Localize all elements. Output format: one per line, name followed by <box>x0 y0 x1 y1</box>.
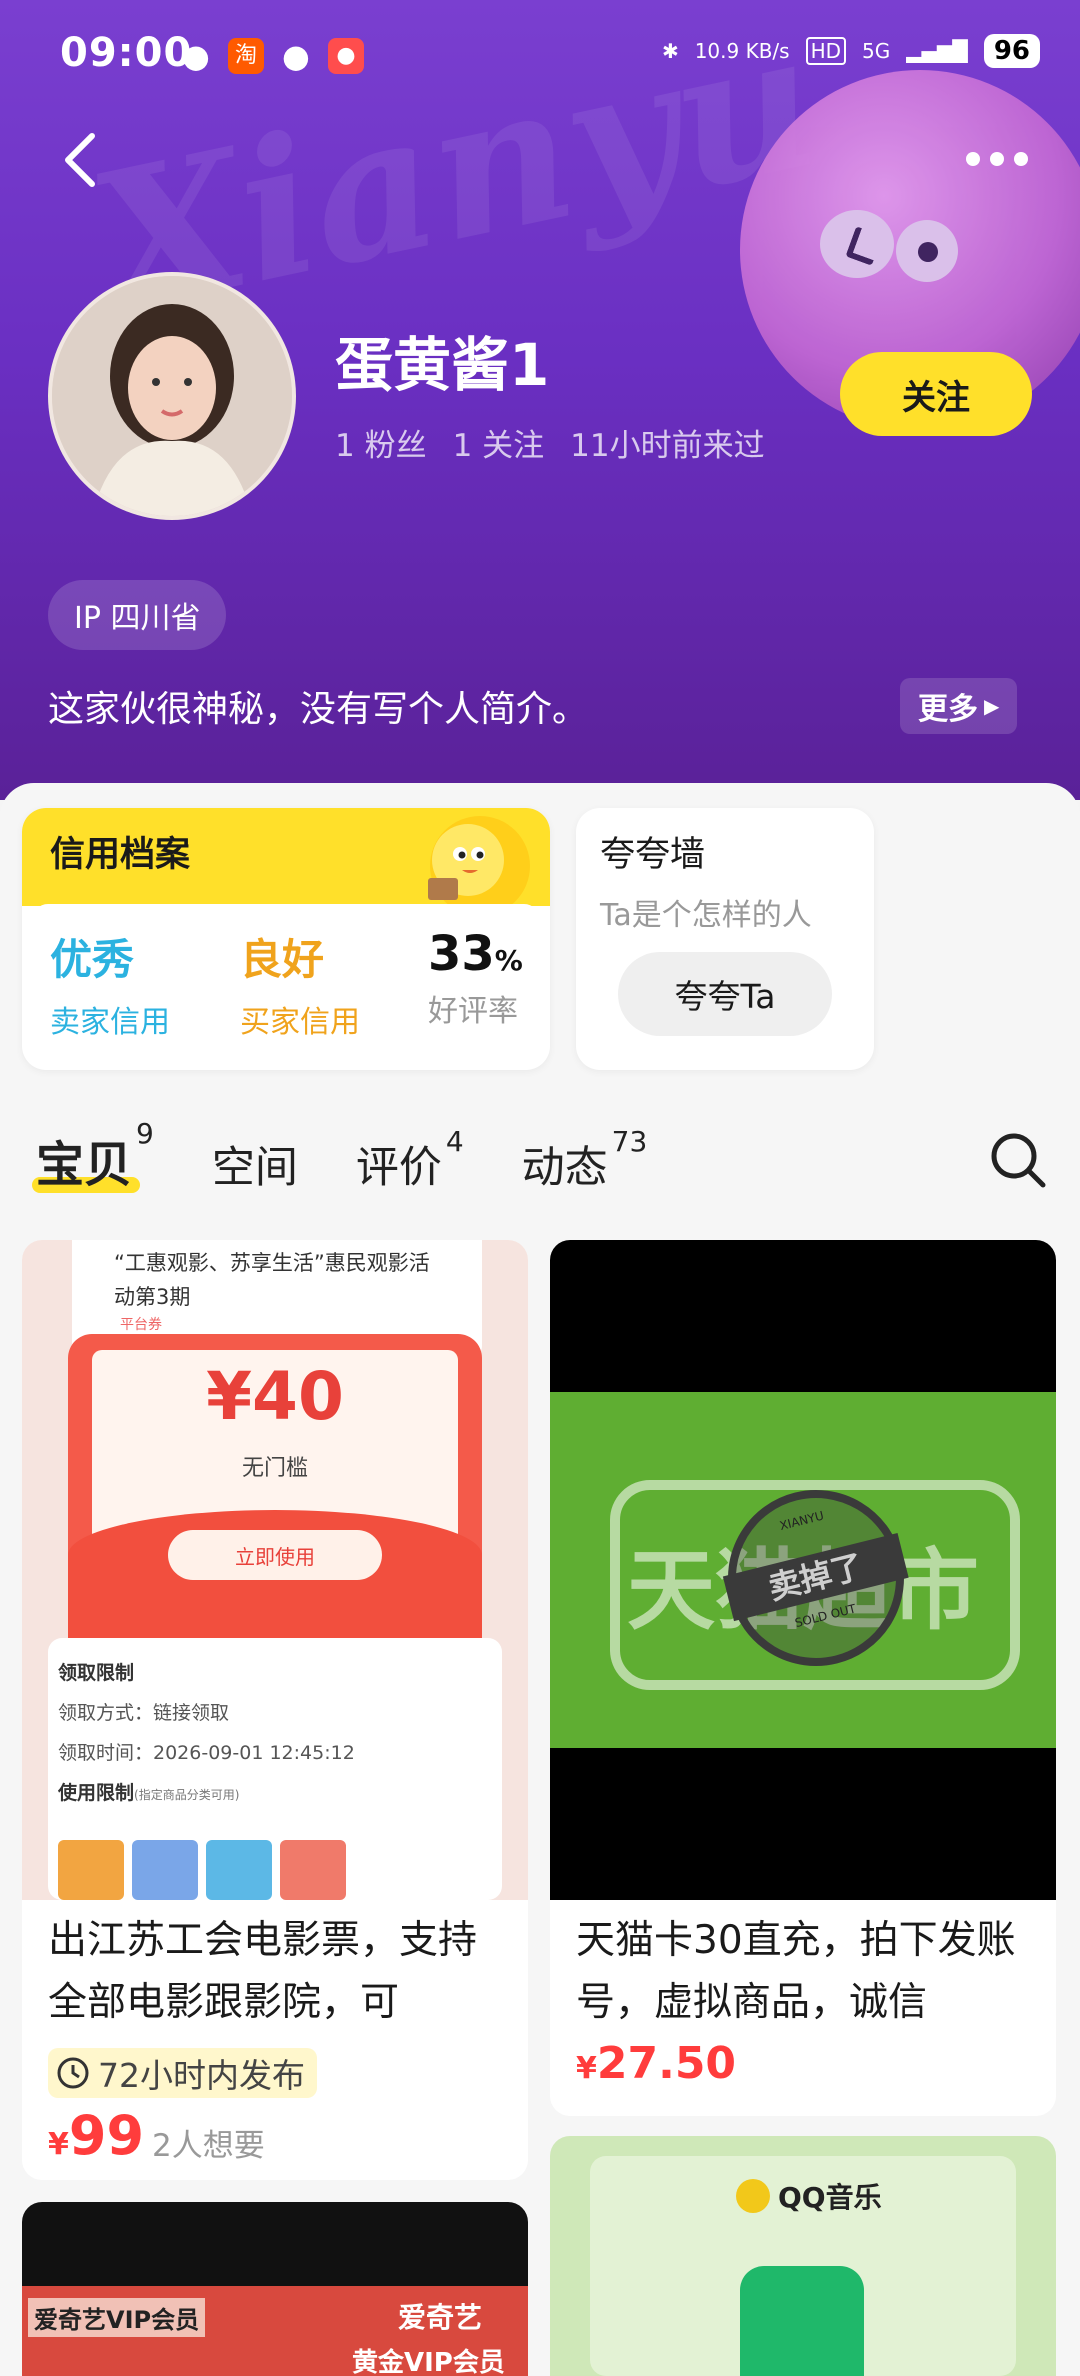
product-title: 天猫卡30直充，拍下发账号，虚拟商品，诚信 <box>576 1918 1016 2025</box>
back-button[interactable] <box>60 130 100 190</box>
clock-icon <box>57 2057 89 2089</box>
net-speed: 10.9 KB/s <box>694 39 790 63</box>
bio-text: 这家伙很神秘，没有写个人简介。 <box>48 689 589 730</box>
status-app-icons: ● 淘 ● ● <box>178 38 364 74</box>
product-price: ¥27.50 <box>576 2038 736 2089</box>
bio-more-label: 更多 <box>918 692 978 727</box>
avatar-photo <box>52 276 292 516</box>
search-icon[interactable] <box>988 1130 1048 1190</box>
coupon-use-button: 立即使用 <box>168 1530 382 1580</box>
more-options-button[interactable] <box>966 152 1028 166</box>
following-count[interactable]: 1 关注 <box>453 420 545 465</box>
coupon-threshold: 无门槛 <box>241 1456 308 1481</box>
credit-title: 信用档案 <box>50 835 191 875</box>
tab-reviews-label: 评价 <box>355 1143 442 1193</box>
bio-more-button[interactable]: 更多 ▶ <box>900 678 1018 734</box>
image-brand3: 黄金VIP会员 <box>352 2348 505 2376</box>
content-tabs: 宝贝 9 空间 评价 4 动态 73 <box>32 1117 705 1195</box>
app-icon: ● <box>328 38 364 74</box>
dot-icon <box>1014 152 1028 166</box>
chat-icon: ● <box>282 37 310 75</box>
praise-subtitle: Ta是个怎样的人 <box>600 898 812 933</box>
coupon-use-title: 使用限制 <box>58 1782 135 1804</box>
product-image: “工惠观影、苏享生活”惠民观影活动第3期 平台券 ¥40 无门槛 立即使用 领取… <box>22 1240 528 1900</box>
tab-feed-count: 73 <box>611 1125 648 1158</box>
seller-credit: 优秀 卖家信用 <box>50 926 170 1041</box>
tab-reviews-count: 4 <box>445 1125 464 1158</box>
dot-icon <box>966 152 980 166</box>
coupon-platform: 平台券 <box>120 1317 162 1333</box>
product-card[interactable]: QQ音乐 <box>550 2136 1056 2376</box>
product-title: 出江苏工会电影票，支持全部电影跟影院，可 <box>48 1918 478 2025</box>
positive-rating: 33% 好评率 <box>428 926 523 1030</box>
product-image: 天猫超市 XIANYU 卖掉了 SOLD OUT <box>550 1240 1056 1900</box>
image-brand: QQ音乐 <box>778 2181 882 2214</box>
tab-items-label: 宝贝 <box>36 1137 133 1193</box>
image-brand: 爱奇艺VIP会员 <box>28 2298 206 2337</box>
tab-feed-label: 动态 <box>521 1143 608 1193</box>
username: 蛋黄酱1 <box>335 331 550 399</box>
sun-mascot-icon <box>428 816 530 916</box>
buyer-credit-label: 买家信用 <box>240 1005 360 1040</box>
rating-unit: % <box>494 944 523 977</box>
praise-wall-card[interactable]: 夸夸墙 Ta是个怎样的人 夸夸Ta <box>576 808 874 1070</box>
coupon-rule-method: 领取方式：链接领取 <box>58 1702 230 1724</box>
seller-credit-value: 优秀 <box>50 935 135 984</box>
status-time: 09:00 <box>60 30 193 76</box>
rating-value: 33 <box>428 926 495 982</box>
wechat-icon: ● <box>182 37 210 75</box>
price-currency: ¥ <box>576 2051 597 2086</box>
battery-badge: 96 <box>983 34 1040 68</box>
tab-space-label: 空间 <box>211 1143 298 1193</box>
praise-button[interactable]: 夸夸Ta <box>618 952 832 1036</box>
taobao-icon: 淘 <box>228 38 264 74</box>
avatar[interactable] <box>48 272 296 520</box>
profile-stats: 1 粉丝 1 关注 11小时前来过 <box>335 420 765 465</box>
bluetooth-icon: ✱ <box>661 39 679 63</box>
price-currency: ¥ <box>48 2127 69 2162</box>
coupon-headline: “工惠观影、苏享生活”惠民观影活动第3期 <box>114 1251 430 1309</box>
praise-title: 夸夸墙 <box>600 835 706 875</box>
status-bar: 09:00 ● 淘 ● ● ✱ 10.9 KB/s HD 5G ▂▄▆█ 96 <box>0 0 1080 110</box>
rating-label: 好评率 <box>428 994 518 1029</box>
signal-icon: ▂▄▆█ <box>906 39 968 63</box>
follow-button[interactable]: 关注 <box>840 352 1032 436</box>
hd-badge: HD <box>805 37 847 65</box>
tab-feed[interactable]: 动态 73 <box>521 1125 648 1195</box>
tab-items-count: 9 <box>136 1117 154 1150</box>
tab-items[interactable]: 宝贝 9 <box>32 1117 154 1195</box>
buyer-credit-value: 良好 <box>240 935 325 984</box>
fans-count[interactable]: 1 粉丝 <box>335 420 427 465</box>
back-arrow-icon <box>65 133 95 187</box>
product-card[interactable]: 爱奇艺VIP会员 爱奇艺 黄金VIP会员 <box>22 2202 528 2376</box>
product-card[interactable]: 天猫超市 XIANYU 卖掉了 SOLD OUT 天猫卡30直充，拍下发账号，虚… <box>550 1240 1056 2116</box>
ip-location-badge: IP 四川省 <box>48 580 227 650</box>
coupon-rule-time: 领取时间：2026-09-01 12:45:12 <box>58 1742 355 1764</box>
image-brand2: 爱奇艺 <box>398 2301 483 2334</box>
credit-profile-card[interactable]: 信用档案 优秀 卖家信用 良好 买家信用 33% 好评率 <box>22 808 550 1070</box>
product-card[interactable]: “工惠观影、苏享生活”惠民观影活动第3期 平台券 ¥40 无门槛 立即使用 领取… <box>22 1240 528 2180</box>
coupon-rule-title: 领取限制 <box>58 1662 135 1684</box>
price-value: 99 <box>68 2104 145 2167</box>
qq-music-icon <box>736 2179 770 2213</box>
dot-icon <box>990 152 1004 166</box>
buyer-credit: 良好 买家信用 <box>240 926 360 1041</box>
coupon-use-note: (指定商品分类可用) <box>134 1788 240 1802</box>
publish-time-tag: 72小时内发布 <box>48 2048 317 2098</box>
seller-credit-label: 卖家信用 <box>50 1005 170 1040</box>
product-price: ¥99 <box>48 2104 144 2167</box>
signal-label: 5G <box>862 39 891 63</box>
coupon-amount: ¥40 <box>206 1358 344 1435</box>
status-right: ✱ 10.9 KB/s HD 5G ▂▄▆█ 96 <box>662 34 1040 68</box>
want-count: 2人想要 <box>152 2128 265 2164</box>
tab-reviews[interactable]: 评价 4 <box>355 1125 464 1195</box>
tab-space[interactable]: 空间 <box>212 1133 298 1195</box>
publish-time-label: 72小时内发布 <box>98 2056 305 2095</box>
price-value: 27.50 <box>596 2038 737 2089</box>
play-triangle-icon: ▶ <box>984 694 1000 718</box>
last-seen: 11小时前来过 <box>570 428 765 464</box>
